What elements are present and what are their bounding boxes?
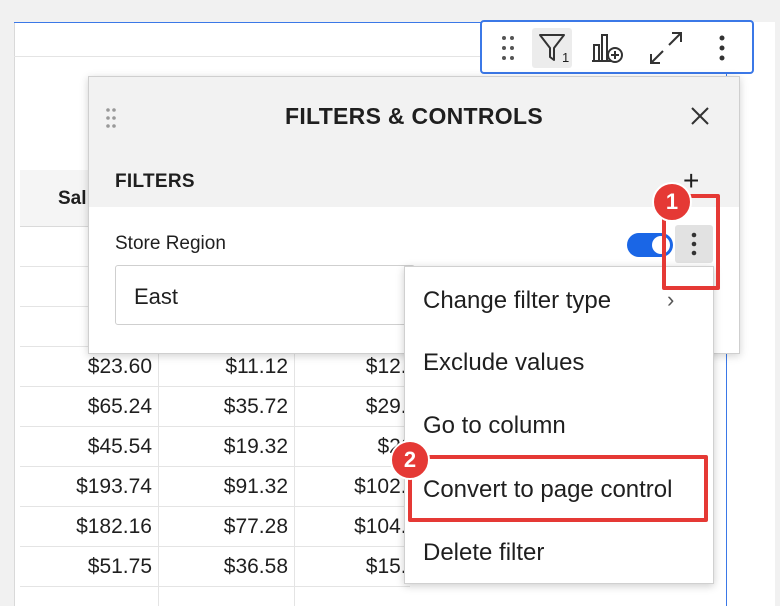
annotation-badge-2: 2 — [390, 440, 430, 480]
menu-item-exclude-values[interactable]: Exclude values — [423, 349, 584, 377]
element-toolbar: 1 — [480, 20, 754, 74]
panel-header: FILTERS & CONTROLS — [89, 77, 739, 156]
menu-item-go-to-column[interactable]: Go to column — [423, 412, 566, 440]
filter-value-field[interactable]: East — [115, 265, 415, 325]
divider — [14, 56, 480, 57]
filter-button[interactable]: 1 — [532, 28, 572, 68]
more-vertical-icon[interactable] — [702, 28, 742, 68]
filter-options-menu: Change filter type › Exclude values Go t… — [404, 266, 714, 584]
drag-handle-icon[interactable] — [488, 28, 528, 68]
table-row[interactable]: $45.54 $19.32 $26.2 — [20, 426, 430, 467]
menu-item-change-filter-type[interactable]: Change filter type — [423, 287, 611, 315]
column-header-sales[interactable]: Sal — [58, 188, 87, 210]
menu-item-delete-filter[interactable]: Delete filter — [423, 539, 544, 567]
filter-name: Store Region — [115, 233, 226, 254]
table-row[interactable]: $182.16 $77.28 $104.88 — [20, 506, 430, 547]
filter-count-badge: 1 — [562, 50, 570, 65]
table-cell: $102.42 — [354, 475, 430, 498]
expand-icon[interactable] — [646, 28, 686, 68]
close-icon[interactable] — [687, 103, 713, 129]
table-row[interactable]: $51.75 $36.58 $15.17 — [20, 546, 430, 587]
annotation-badge-1: 1 — [652, 182, 692, 222]
table-cell: $29.52 — [365, 395, 430, 418]
filters-section-header: FILTERS + — [89, 155, 739, 207]
filter-value: East — [134, 284, 179, 309]
table-cell: $15.17 — [365, 555, 430, 578]
annotation-highlight-2 — [408, 455, 708, 522]
table-cell: $26.2 — [20, 435, 430, 459]
table-row[interactable]: $193.74 $91.32 $102.42 — [20, 466, 430, 507]
panel-title: FILTERS & CONTROLS — [285, 103, 543, 129]
table-cell: $12.48 — [365, 355, 430, 378]
table-row[interactable]: $65.24 $35.72 $29.52 — [20, 386, 430, 427]
chevron-right-icon: › — [667, 287, 675, 312]
table-cell: $104.88 — [354, 515, 430, 538]
add-chart-icon[interactable] — [588, 28, 628, 68]
filters-section-label: FILTERS — [115, 171, 195, 192]
